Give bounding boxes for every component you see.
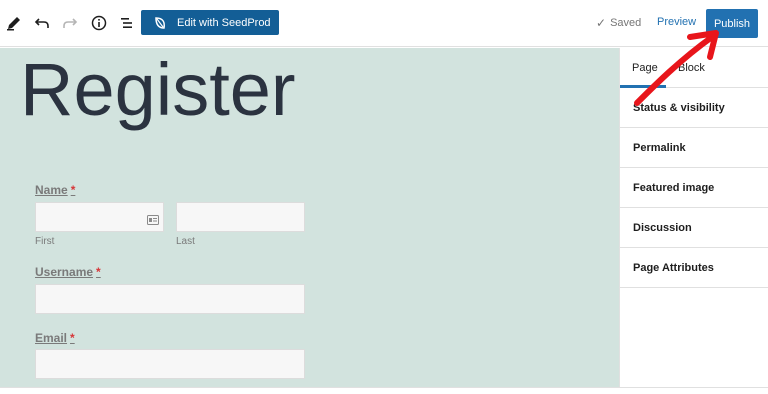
editor-canvas[interactable]: Register Name * First Last Username * Emai…: [0, 48, 619, 387]
bottom-strip: [0, 387, 768, 394]
editor-toolbar: Edit with SeedProd ✓ Saved Preview Publi…: [0, 0, 768, 47]
email-field-label: Email *: [35, 331, 75, 345]
publish-button[interactable]: Publish: [706, 9, 758, 38]
username-input[interactable]: [35, 284, 305, 314]
required-mark: *: [70, 331, 75, 345]
settings-sidebar: Page Block Status & visibility Permalink…: [619, 48, 768, 387]
info-icon[interactable]: [87, 11, 111, 35]
tab-page[interactable]: Page: [632, 62, 658, 74]
required-mark: *: [70, 183, 76, 197]
edit-with-seedprod-button[interactable]: Edit with SeedProd: [141, 10, 279, 35]
sidebar-tabs: Page Block: [620, 48, 768, 88]
first-name-input[interactable]: [35, 202, 164, 232]
last-name-input[interactable]: [176, 202, 305, 232]
required-mark: *: [96, 265, 101, 279]
card-icon: [147, 212, 159, 225]
panel-discussion[interactable]: Discussion: [620, 208, 768, 248]
list-view-icon[interactable]: [115, 11, 139, 35]
undo-icon[interactable]: [30, 11, 54, 35]
seedprod-label: Edit with SeedProd: [177, 16, 271, 29]
name-label-text: Name: [35, 183, 68, 197]
email-label-text: Email: [35, 331, 68, 345]
first-sublabel: First: [35, 236, 55, 247]
username-field-label: Username *: [35, 265, 101, 279]
panel-permalink[interactable]: Permalink: [620, 128, 768, 168]
redo-icon[interactable]: [58, 11, 82, 35]
pencil-icon[interactable]: [2, 11, 26, 35]
seedprod-logo-icon: [153, 16, 167, 30]
page-title[interactable]: Register: [20, 48, 296, 132]
email-input[interactable]: [35, 349, 305, 379]
panel-featured-image[interactable]: Featured image: [620, 168, 768, 208]
name-field-label: Name *: [35, 183, 75, 197]
check-icon: ✓: [596, 16, 607, 30]
saved-label: Saved: [610, 17, 642, 29]
panel-page-attributes[interactable]: Page Attributes: [620, 248, 768, 288]
saved-indicator: ✓ Saved: [596, 16, 641, 30]
panel-status-visibility[interactable]: Status & visibility: [620, 88, 768, 128]
tab-block[interactable]: Block: [678, 62, 705, 74]
preview-button[interactable]: Preview: [657, 16, 696, 28]
last-sublabel: Last: [176, 236, 195, 247]
username-label-text: Username: [35, 265, 94, 279]
